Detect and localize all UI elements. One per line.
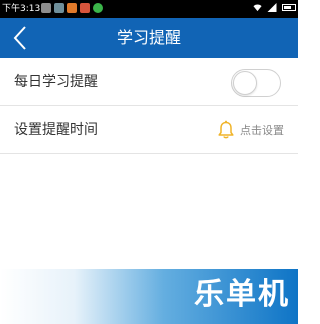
app-notification-icon — [54, 3, 64, 13]
header: 学习提醒 — [0, 18, 298, 58]
reminder-time-row[interactable]: 设置提醒时间 点击设置 — [0, 106, 298, 154]
app-notification-icon — [93, 3, 103, 13]
app-notification-icon — [80, 3, 90, 13]
set-time-label: 点击设置 — [240, 124, 284, 137]
watermark-logo: 乐单机 — [194, 277, 290, 312]
app-notification-icon — [67, 3, 77, 13]
daily-reminder-toggle[interactable] — [231, 69, 281, 97]
page-title: 学习提醒 — [116, 28, 181, 47]
bell-icon — [218, 120, 234, 139]
app-notification-icon — [41, 3, 51, 13]
notification-icons — [41, 3, 103, 13]
battery-icon — [282, 4, 296, 11]
daily-reminder-label: 每日学习提醒 — [14, 74, 98, 90]
toggle-knob — [233, 71, 257, 95]
status-time: 下午3:13 — [2, 4, 41, 14]
reminder-time-label: 设置提醒时间 — [14, 122, 98, 138]
wifi-icon — [253, 4, 262, 12]
daily-reminder-row: 每日学习提醒 — [0, 58, 298, 106]
status-bar: 下午3:13 — [0, 0, 298, 18]
watermark-banner: 乐单机 — [0, 269, 298, 324]
set-time-button[interactable]: 点击设置 — [217, 106, 284, 154]
signal-icon — [267, 3, 277, 12]
status-right — [253, 3, 296, 12]
